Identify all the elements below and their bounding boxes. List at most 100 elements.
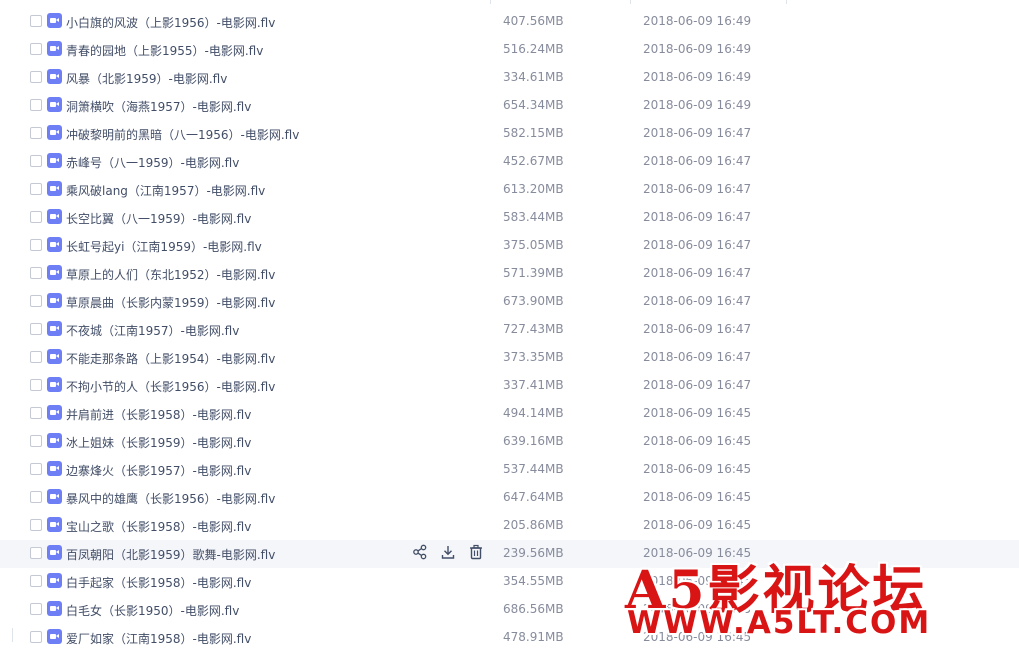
row-checkbox[interactable] bbox=[30, 351, 42, 363]
video-file-icon bbox=[47, 293, 62, 308]
file-name[interactable]: 草原晨曲（长影内蒙1959）-电影网.flv bbox=[66, 294, 275, 311]
file-row[interactable]: 不拘小节的人（长影1956）-电影网.flv 337.41MB 2018-06-09… bbox=[0, 372, 1019, 400]
file-row[interactable]: 白手起家（长影1958）-电影网.flv 354.55MB 2018-06-09 1… bbox=[0, 568, 1019, 596]
file-row[interactable]: 冲破黎明前的黑暗（八一1956）-电影网.flv 582.15MB 2018-06-… bbox=[0, 120, 1019, 148]
file-name[interactable]: 并肩前进（长影1958）-电影网.flv bbox=[66, 406, 251, 423]
file-row[interactable]: 宝山之歌（长影1958）-电影网.flv 205.86MB 2018-06-09 1… bbox=[0, 512, 1019, 540]
row-checkbox[interactable] bbox=[30, 547, 42, 559]
video-file-icon bbox=[47, 97, 62, 112]
row-checkbox[interactable] bbox=[30, 295, 42, 307]
file-name[interactable]: 不能走那条路（上影1954）-电影网.flv bbox=[66, 350, 275, 367]
row-checkbox[interactable] bbox=[30, 71, 42, 83]
row-checkbox[interactable] bbox=[30, 435, 42, 447]
file-name[interactable]: 青春的园地（上影1955）-电影网.flv bbox=[66, 42, 263, 59]
file-name[interactable]: 洞箫横吹（海燕1957）-电影网.flv bbox=[66, 98, 251, 115]
file-row[interactable]: 白毛女（长影1950）-电影网.flv 686.56MB 2018-06-09 16… bbox=[0, 596, 1019, 624]
row-checkbox[interactable] bbox=[30, 211, 42, 223]
row-checkbox[interactable] bbox=[30, 183, 42, 195]
column-divider bbox=[490, 0, 491, 4]
file-name[interactable]: 暴风中的雄鹰（长影1956）-电影网.flv bbox=[66, 490, 275, 507]
file-name[interactable]: 百凤朝阳（北影1959）歌舞-电影网.flv bbox=[66, 546, 275, 563]
file-date: 2018-06-09 16:47 bbox=[643, 154, 752, 168]
file-size: 571.39MB bbox=[503, 266, 564, 280]
file-name[interactable]: 冰上姐妹（长影1959）-电影网.flv bbox=[66, 434, 251, 451]
file-date: 2018-06-09 16:49 bbox=[643, 98, 752, 112]
file-name[interactable]: 长虹号起yi（江南1959）-电影网.flv bbox=[66, 238, 262, 255]
file-row[interactable]: 洞箫横吹（海燕1957）-电影网.flv 654.34MB 2018-06-09 1… bbox=[0, 92, 1019, 120]
row-checkbox[interactable] bbox=[30, 155, 42, 167]
file-row[interactable]: 冰上姐妹（长影1959）-电影网.flv 639.16MB 2018-06-09 1… bbox=[0, 428, 1019, 456]
video-file-icon bbox=[47, 237, 62, 252]
file-name[interactable]: 乘风破lang（江南1957）-电影网.flv bbox=[66, 182, 265, 199]
file-name[interactable]: 爱厂如家（江南1958）-电影网.flv bbox=[66, 630, 251, 647]
file-row[interactable]: 草原上的人们（东北1952）-电影网.flv 571.39MB 2018-06-09… bbox=[0, 260, 1019, 288]
file-row[interactable]: 小白旗的风波（上影1956）-电影网.flv 407.56MB 2018-06-09… bbox=[0, 8, 1019, 36]
file-name[interactable]: 不夜城（江南1957）-电影网.flv bbox=[66, 322, 239, 339]
row-checkbox[interactable] bbox=[30, 15, 42, 27]
row-checkbox[interactable] bbox=[30, 267, 42, 279]
file-row[interactable]: 百凤朝阳（北影1959）歌舞-电影网.flv 239.56MB 2018-06-09… bbox=[0, 540, 1019, 568]
file-size: 686.56MB bbox=[503, 602, 564, 616]
file-row[interactable]: 并肩前进（长影1958）-电影网.flv 494.14MB 2018-06-09 1… bbox=[0, 400, 1019, 428]
file-row[interactable]: 青春的园地（上影1955）-电影网.flv 516.24MB 2018-06-09 … bbox=[0, 36, 1019, 64]
video-file-icon bbox=[47, 545, 62, 560]
row-checkbox[interactable] bbox=[30, 43, 42, 55]
download-icon[interactable] bbox=[440, 544, 458, 562]
file-name[interactable]: 宝山之歌（长影1958）-电影网.flv bbox=[66, 518, 251, 535]
row-checkbox[interactable] bbox=[30, 323, 42, 335]
video-file-icon bbox=[47, 461, 62, 476]
file-row[interactable]: 边寨烽火（长影1957）-电影网.flv 537.44MB 2018-06-09 1… bbox=[0, 456, 1019, 484]
file-row[interactable]: 风暴（北影1959）-电影网.flv 334.61MB 2018-06-09 16:… bbox=[0, 64, 1019, 92]
row-checkbox[interactable] bbox=[30, 519, 42, 531]
file-row[interactable]: 赤峰号（八一1959）-电影网.flv 452.67MB 2018-06-09 16… bbox=[0, 148, 1019, 176]
row-checkbox[interactable] bbox=[30, 631, 42, 643]
file-row[interactable]: 草原晨曲（长影内蒙1959）-电影网.flv 673.90MB 2018-06-09… bbox=[0, 288, 1019, 316]
video-file-icon bbox=[47, 13, 62, 28]
file-size: 354.55MB bbox=[503, 574, 564, 588]
video-file-icon bbox=[47, 489, 62, 504]
file-name[interactable]: 白手起家（长影1958）-电影网.flv bbox=[66, 574, 251, 591]
file-name[interactable]: 赤峰号（八一1959）-电影网.flv bbox=[66, 154, 239, 171]
video-file-icon bbox=[47, 321, 62, 336]
delete-icon[interactable] bbox=[468, 544, 486, 562]
file-date: 2018-06-09 16:47 bbox=[643, 182, 752, 196]
file-row[interactable]: 爱厂如家（江南1958）-电影网.flv 478.91MB 2018-06-09 1… bbox=[0, 624, 1019, 652]
video-file-icon bbox=[47, 573, 62, 588]
file-size: 452.67MB bbox=[503, 154, 564, 168]
row-checkbox[interactable] bbox=[30, 127, 42, 139]
file-date: 2018-06-09 16:47 bbox=[643, 378, 752, 392]
row-checkbox[interactable] bbox=[30, 463, 42, 475]
row-checkbox[interactable] bbox=[30, 575, 42, 587]
file-date: 2018-06-09 16:47 bbox=[643, 238, 752, 252]
file-name[interactable]: 草原上的人们（东北1952）-电影网.flv bbox=[66, 266, 275, 283]
file-row[interactable]: 长虹号起yi（江南1959）-电影网.flv 375.05MB 2018-06-09… bbox=[0, 232, 1019, 260]
row-checkbox[interactable] bbox=[30, 239, 42, 251]
file-date: 2018-06-09 16:45 bbox=[643, 434, 752, 448]
file-row[interactable]: 乘风破lang（江南1957）-电影网.flv 613.20MB 2018-06-0… bbox=[0, 176, 1019, 204]
file-size: 654.34MB bbox=[503, 98, 564, 112]
file-row[interactable]: 不夜城（江南1957）-电影网.flv 727.43MB 2018-06-09 16… bbox=[0, 316, 1019, 344]
file-size: 205.86MB bbox=[503, 518, 564, 532]
file-name[interactable]: 冲破黎明前的黑暗（八一1956）-电影网.flv bbox=[66, 126, 299, 143]
row-checkbox[interactable] bbox=[30, 603, 42, 615]
row-checkbox[interactable] bbox=[30, 407, 42, 419]
file-name[interactable]: 长空比翼（八一1959）-电影网.flv bbox=[66, 210, 251, 227]
file-name[interactable]: 风暴（北影1959）-电影网.flv bbox=[66, 70, 227, 87]
file-name[interactable]: 小白旗的风波（上影1956）-电影网.flv bbox=[66, 14, 275, 31]
video-file-icon bbox=[47, 181, 62, 196]
row-checkbox[interactable] bbox=[30, 99, 42, 111]
file-size: 583.44MB bbox=[503, 210, 564, 224]
file-size: 613.20MB bbox=[503, 182, 564, 196]
row-checkbox[interactable] bbox=[30, 491, 42, 503]
file-row[interactable]: 不能走那条路（上影1954）-电影网.flv 373.35MB 2018-06-09… bbox=[0, 344, 1019, 372]
file-name[interactable]: 不拘小节的人（长影1956）-电影网.flv bbox=[66, 378, 275, 395]
file-date: 2018-06-09 16:47 bbox=[643, 294, 752, 308]
file-name[interactable]: 白毛女（长影1950）-电影网.flv bbox=[66, 602, 239, 619]
file-name[interactable]: 边寨烽火（长影1957）-电影网.flv bbox=[66, 462, 251, 479]
file-row[interactable]: 长空比翼（八一1959）-电影网.flv 583.44MB 2018-06-09 1… bbox=[0, 204, 1019, 232]
share-icon[interactable] bbox=[412, 544, 430, 562]
file-date: 2018-06-09 16:45 bbox=[643, 602, 752, 616]
file-row[interactable]: 暴风中的雄鹰（长影1956）-电影网.flv 647.64MB 2018-06-09… bbox=[0, 484, 1019, 512]
column-divider bbox=[786, 0, 787, 4]
row-checkbox[interactable] bbox=[30, 379, 42, 391]
